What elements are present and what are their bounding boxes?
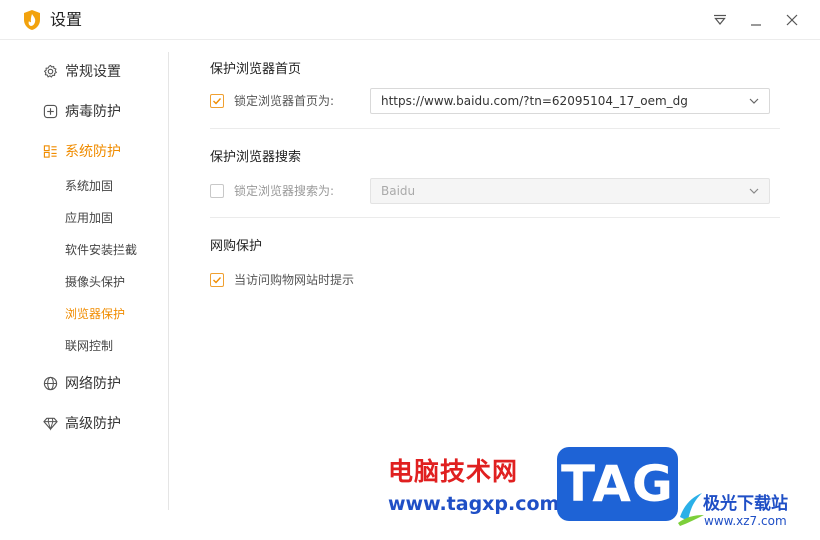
sidebar-divider (168, 52, 169, 510)
shopping-alert-checkbox[interactable] (210, 273, 224, 287)
close-button[interactable] (782, 10, 802, 30)
gear-icon (42, 63, 58, 79)
search-lock-checkbox[interactable] (210, 184, 224, 198)
menu-triangle-icon (714, 14, 726, 25)
sidebar-item-network-protection[interactable]: 网络防护 (42, 372, 121, 394)
section-title-shopping: 网购保护 (210, 239, 263, 254)
shopping-alert-row: 当访问购物网站时提示 (210, 267, 354, 293)
watermark-tag-logo: TAG (557, 447, 678, 521)
section-divider (210, 217, 780, 218)
system-grid-icon (42, 143, 58, 159)
homepage-lock-label: 锁定浏览器首页为: (234, 94, 335, 108)
homepage-lock-checkbox[interactable] (210, 94, 224, 108)
close-icon (786, 14, 798, 26)
window-title: 设置 (50, 10, 83, 29)
minimize-button[interactable] (746, 10, 766, 30)
sidebar-item-general[interactable]: 常规设置 (42, 60, 121, 82)
search-lock-row: 锁定浏览器搜索为: (210, 178, 334, 204)
sidebar-item-system-protection[interactable]: 系统防护 (42, 140, 121, 162)
homepage-url-value: https://www.baidu.com/?tn=62095104_17_oe… (381, 94, 688, 108)
sidebar-subitem-browser-protection[interactable]: 浏览器保护 (65, 305, 125, 323)
chevron-down-icon (749, 98, 759, 104)
section-divider (210, 128, 780, 129)
search-lock-label: 锁定浏览器搜索为: (234, 184, 335, 198)
watermark-site-cn: 极光下载站 (703, 494, 788, 514)
search-engine-select[interactable]: Baidu (370, 178, 770, 204)
sidebar: 常规设置 病毒防护 系统防护 系统加固 应用加固 软件安装拦截 摄像头保护 浏览… (0, 41, 170, 511)
chevron-down-icon (749, 188, 759, 194)
sidebar-subitem-system-hardening[interactable]: 系统加固 (65, 177, 113, 195)
shopping-alert-label: 当访问购物网站时提示 (234, 273, 355, 287)
sidebar-subitem-app-hardening[interactable]: 应用加固 (65, 209, 113, 227)
section-title-search: 保护浏览器搜索 (210, 150, 302, 165)
diamond-icon (42, 415, 58, 431)
watermark-cn-text: 电脑技术网 (388, 457, 519, 486)
sidebar-item-label: 系统防护 (65, 144, 121, 160)
watermark-tag-text: TAG (561, 455, 674, 513)
sidebar-item-label: 高级防护 (65, 416, 121, 432)
check-icon (213, 98, 222, 105)
minimize-icon (751, 24, 761, 26)
sidebar-item-label: 病毒防护 (65, 104, 121, 120)
sidebar-subitem-camera-protection[interactable]: 摄像头保护 (65, 273, 125, 291)
globe-icon (42, 375, 58, 391)
plus-square-icon (42, 103, 58, 119)
sidebar-subitem-network-control[interactable]: 联网控制 (65, 337, 113, 355)
watermark-url-text: www.tagxp.com (388, 493, 560, 515)
sidebar-item-label: 常规设置 (65, 64, 121, 80)
check-icon (213, 277, 222, 284)
homepage-lock-row: 锁定浏览器首页为: (210, 88, 334, 114)
title-bar: 设置 (0, 0, 820, 40)
sidebar-item-advanced-protection[interactable]: 高级防护 (42, 412, 121, 434)
sidebar-subitem-install-block[interactable]: 软件安装拦截 (65, 241, 137, 259)
sidebar-item-label: 网络防护 (65, 376, 121, 392)
menu-dropdown-button[interactable] (710, 10, 730, 30)
homepage-url-select[interactable]: https://www.baidu.com/?tn=62095104_17_oe… (370, 88, 770, 114)
search-engine-value: Baidu (381, 184, 416, 198)
watermark-swoosh-icon (678, 493, 704, 526)
section-title-homepage: 保护浏览器首页 (210, 62, 302, 77)
sidebar-item-virus-protection[interactable]: 病毒防护 (42, 100, 121, 122)
app-logo-icon (24, 10, 40, 30)
watermark-site-url: www.xz7.com (704, 514, 787, 528)
